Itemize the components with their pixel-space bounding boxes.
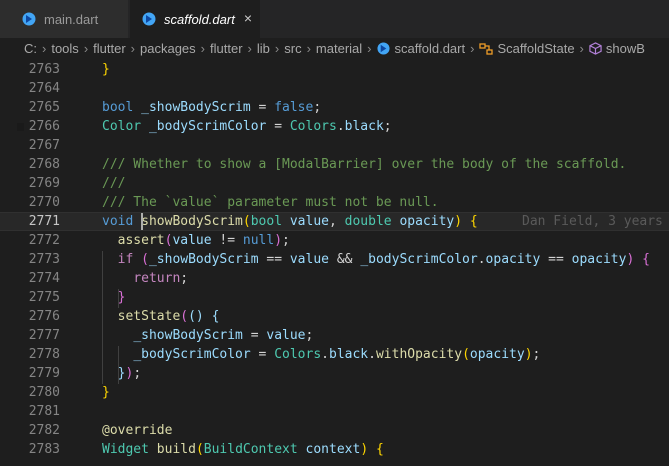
tab-label: scaffold.dart bbox=[164, 11, 235, 27]
text-cursor bbox=[141, 213, 143, 230]
method-symbol-icon bbox=[589, 42, 602, 55]
line-number: 2772 bbox=[28, 233, 60, 248]
tab-main-dart[interactable]: main.dart bbox=[0, 0, 129, 38]
close-icon[interactable]: × bbox=[244, 10, 252, 26]
code-text: assert(value != null); bbox=[117, 233, 290, 248]
annotation: @override bbox=[102, 423, 173, 438]
class-symbol-icon bbox=[479, 42, 494, 55]
doc-comment: /// Whether to show a [ModalBarrier] ove… bbox=[102, 157, 627, 172]
breadcrumb-item[interactable]: tools bbox=[51, 41, 78, 56]
chevron-right-icon: › bbox=[200, 41, 206, 56]
code-line: 2767 bbox=[0, 136, 669, 155]
breadcrumb-item[interactable]: packages bbox=[140, 41, 196, 56]
code-line: 2763} bbox=[0, 60, 669, 79]
code-line: 2764 bbox=[0, 79, 669, 98]
line-number: 2769 bbox=[28, 176, 60, 191]
line-number: 2768 bbox=[28, 157, 60, 172]
dart-icon bbox=[376, 42, 390, 55]
doc-comment: /// bbox=[102, 176, 126, 191]
chevron-right-icon: › bbox=[470, 41, 475, 56]
line-number: 2783 bbox=[28, 442, 60, 457]
code-line: 2782 @override bbox=[0, 421, 669, 440]
chevron-right-icon: › bbox=[579, 41, 584, 56]
code-line: 2779 }); bbox=[0, 364, 669, 383]
line-number: 2767 bbox=[28, 138, 60, 153]
code-line: 2770 /// The `value` parameter must not b… bbox=[0, 193, 669, 212]
code-text: return; bbox=[133, 271, 189, 286]
git-blame-annotation: Dan Field, 3 years bbox=[522, 214, 663, 229]
code-line-active: 2771 void showBodyScrim(bool value, doubl… bbox=[0, 212, 669, 231]
code-text: } bbox=[102, 385, 110, 400]
breadcrumb-method-label: showB bbox=[605, 41, 645, 56]
code-line: 2776 setState(() { bbox=[0, 307, 669, 326]
line-number: 2763 bbox=[28, 62, 60, 77]
breadcrumb-item[interactable]: lib bbox=[257, 41, 270, 56]
code-line: 2769 /// bbox=[0, 174, 669, 193]
code-line: 2774 return; bbox=[0, 269, 669, 288]
tab-scaffold-dart[interactable]: scaffold.dart × bbox=[130, 0, 260, 38]
code-line: 2765 bool _showBodyScrim = false; bbox=[0, 98, 669, 117]
chevron-right-icon: › bbox=[306, 41, 311, 56]
line-number: 2773 bbox=[28, 252, 60, 267]
code-line: 2768 /// Whether to show a [ModalBarrier]… bbox=[0, 155, 669, 174]
doc-comment: /// The `value` parameter must not be nu… bbox=[102, 195, 439, 210]
breadcrumb-class-label: ScaffoldState bbox=[497, 41, 575, 56]
line-number: 2777 bbox=[28, 328, 60, 343]
code-line: 2773 if (_showBodyScrim == value && _bod… bbox=[0, 250, 669, 269]
code-line: 2783 Widget build(BuildContext context) { bbox=[0, 440, 669, 459]
code-text: bool _showBodyScrim = false; bbox=[102, 100, 322, 115]
code-text: Color _bodyScrimColor = Colors.black; bbox=[102, 119, 392, 134]
line-number: 2770 bbox=[28, 195, 60, 210]
line-number: 2774 bbox=[28, 271, 60, 286]
chevron-right-icon: › bbox=[274, 41, 280, 56]
line-number: 2766 bbox=[28, 119, 60, 134]
code-text: _showBodyScrim = value; bbox=[133, 328, 314, 343]
chevron-right-icon: › bbox=[42, 41, 47, 56]
code-text: }); bbox=[117, 366, 142, 381]
code-line: 2775 } bbox=[0, 288, 669, 307]
breadcrumb-item[interactable]: flutter bbox=[210, 41, 243, 56]
code-text: } bbox=[117, 290, 126, 305]
line-number: 2780 bbox=[28, 385, 60, 400]
line-number: 2765 bbox=[28, 100, 60, 115]
dart-icon bbox=[22, 12, 36, 26]
chevron-right-icon: › bbox=[367, 41, 372, 56]
line-number: 2778 bbox=[28, 347, 60, 362]
breadcrumb-file-label: scaffold.dart bbox=[394, 41, 466, 56]
dart-icon bbox=[142, 12, 156, 26]
code-text: setState(() { bbox=[117, 309, 220, 324]
breadcrumb-method[interactable]: showB bbox=[589, 41, 645, 56]
line-number: 2779 bbox=[28, 366, 60, 381]
breadcrumb-item[interactable]: flutter bbox=[93, 41, 126, 56]
code-line: 2781 bbox=[0, 402, 669, 421]
code-text: Widget build(BuildContext context) { bbox=[102, 442, 384, 457]
breadcrumb-file[interactable]: scaffold.dart bbox=[376, 41, 466, 56]
breadcrumb-item[interactable]: C: bbox=[24, 41, 37, 56]
code-line: 2777 _showBodyScrim = value; bbox=[0, 326, 669, 345]
code-editor[interactable]: 2763} 2764 2765 bool _showBodyScrim = fal… bbox=[0, 60, 669, 466]
line-number: 2771 bbox=[28, 214, 60, 229]
breadcrumb-item[interactable]: material bbox=[316, 41, 362, 56]
breadcrumb-class[interactable]: ScaffoldState bbox=[479, 41, 575, 56]
line-number: 2776 bbox=[28, 309, 60, 324]
tab-label: main.dart bbox=[44, 11, 99, 27]
code-text: _bodyScrimColor = Colors.black.withOpaci… bbox=[133, 347, 541, 362]
line-number: 2782 bbox=[28, 423, 60, 438]
code-line: 2772 assert(value != null); bbox=[0, 231, 669, 250]
chevron-right-icon: › bbox=[130, 41, 136, 56]
chevron-right-icon: › bbox=[247, 41, 252, 56]
code-line: 2778 _bodyScrimColor = Colors.black.with… bbox=[0, 345, 669, 364]
breadcrumb: C: › tools › flutter › packages › flutter › l… bbox=[0, 38, 669, 59]
tab-bar: main.dart scaffold.dart × bbox=[0, 0, 669, 38]
chevron-right-icon: › bbox=[83, 41, 89, 56]
code-text: if (_showBodyScrim == value && _bodyScri… bbox=[117, 252, 650, 267]
line-number: 2775 bbox=[28, 290, 60, 305]
line-number: 2781 bbox=[28, 404, 60, 419]
code-text: } bbox=[102, 62, 110, 77]
code-text: void showBodyScrim(bool value, double op… bbox=[102, 214, 478, 229]
code-line: 2780} bbox=[0, 383, 669, 402]
code-line: 2766 Color _bodyScrimColor = Colors.black… bbox=[0, 117, 669, 136]
breadcrumb-item[interactable]: src bbox=[284, 41, 301, 56]
line-number: 2764 bbox=[28, 81, 60, 96]
